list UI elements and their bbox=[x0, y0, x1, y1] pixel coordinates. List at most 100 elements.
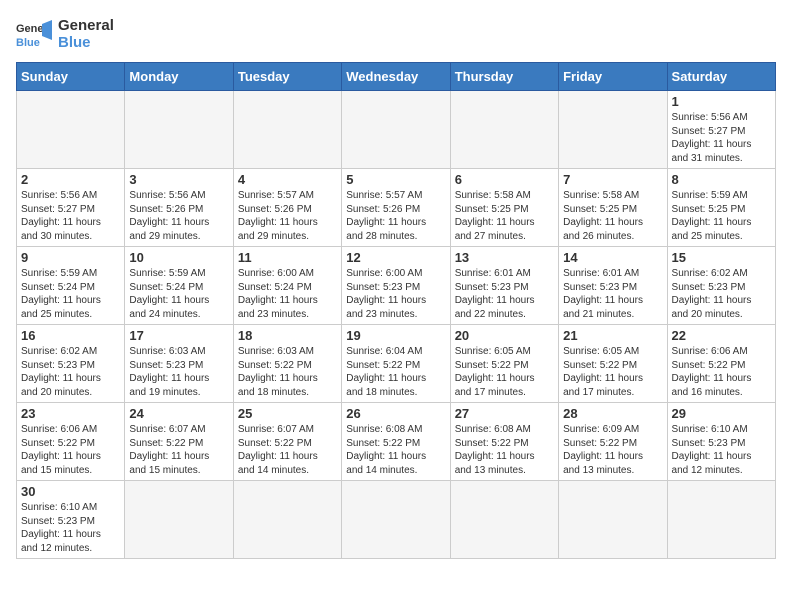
day-number: 2 bbox=[21, 172, 120, 187]
day-content: Sunrise: 6:08 AM Sunset: 5:22 PM Dayligh… bbox=[455, 423, 554, 477]
calendar-cell: 21 Sunrise: 6:05 AM Sunset: 5:22 PM Dayli… bbox=[559, 325, 667, 403]
week-row-6: 30 Sunrise: 6:10 AM Sunset: 5:23 PM Dayli… bbox=[17, 481, 776, 559]
day-number: 19 bbox=[346, 328, 445, 343]
weekday-header-thursday: Thursday bbox=[450, 63, 558, 91]
day-content: Sunrise: 6:02 AM Sunset: 5:23 PM Dayligh… bbox=[21, 345, 120, 399]
day-content: Sunrise: 5:56 AM Sunset: 5:27 PM Dayligh… bbox=[672, 111, 771, 165]
calendar-cell bbox=[342, 91, 450, 169]
day-number: 15 bbox=[672, 250, 771, 265]
day-content: Sunrise: 6:00 AM Sunset: 5:23 PM Dayligh… bbox=[346, 267, 445, 321]
day-number: 25 bbox=[238, 406, 337, 421]
calendar-cell: 1 Sunrise: 5:56 AM Sunset: 5:27 PM Daylig… bbox=[667, 91, 775, 169]
day-content: Sunrise: 6:09 AM Sunset: 5:22 PM Dayligh… bbox=[563, 423, 662, 477]
week-row-2: 2Sunrise: 5:56 AM Sunset: 5:27 PM Daylig… bbox=[17, 169, 776, 247]
calendar-cell bbox=[559, 91, 667, 169]
calendar-cell: 7 Sunrise: 5:58 AM Sunset: 5:25 PM Daylig… bbox=[559, 169, 667, 247]
logo-blue-text: Blue bbox=[58, 34, 114, 51]
day-number: 30 bbox=[21, 484, 120, 499]
day-number: 28 bbox=[563, 406, 662, 421]
calendar-cell bbox=[450, 481, 558, 559]
day-content: Sunrise: 6:03 AM Sunset: 5:22 PM Dayligh… bbox=[238, 345, 337, 399]
week-row-4: 16 Sunrise: 6:02 AM Sunset: 5:23 PM Dayli… bbox=[17, 325, 776, 403]
calendar-cell: 22Sunrise: 6:06 AM Sunset: 5:22 PM Dayli… bbox=[667, 325, 775, 403]
calendar-cell: 10Sunrise: 5:59 AM Sunset: 5:24 PM Dayli… bbox=[125, 247, 233, 325]
day-number: 7 bbox=[563, 172, 662, 187]
calendar-cell: 11 Sunrise: 6:00 AM Sunset: 5:24 PM Dayli… bbox=[233, 247, 341, 325]
calendar-cell bbox=[559, 481, 667, 559]
day-content: Sunrise: 6:05 AM Sunset: 5:22 PM Dayligh… bbox=[563, 345, 662, 399]
calendar-cell bbox=[233, 91, 341, 169]
day-number: 11 bbox=[238, 250, 337, 265]
day-number: 20 bbox=[455, 328, 554, 343]
weekday-header-saturday: Saturday bbox=[667, 63, 775, 91]
day-content: Sunrise: 5:59 AM Sunset: 5:24 PM Dayligh… bbox=[21, 267, 120, 321]
weekday-header-wednesday: Wednesday bbox=[342, 63, 450, 91]
logo: General Blue General Blue bbox=[16, 16, 114, 52]
day-content: Sunrise: 6:01 AM Sunset: 5:23 PM Dayligh… bbox=[563, 267, 662, 321]
week-row-5: 23Sunrise: 6:06 AM Sunset: 5:22 PM Dayli… bbox=[17, 403, 776, 481]
day-number: 1 bbox=[672, 94, 771, 109]
calendar-cell: 17Sunrise: 6:03 AM Sunset: 5:23 PM Dayli… bbox=[125, 325, 233, 403]
day-content: Sunrise: 6:03 AM Sunset: 5:23 PM Dayligh… bbox=[129, 345, 228, 399]
calendar-cell: 4 Sunrise: 5:57 AM Sunset: 5:26 PM Daylig… bbox=[233, 169, 341, 247]
week-row-3: 9 Sunrise: 5:59 AM Sunset: 5:24 PM Daylig… bbox=[17, 247, 776, 325]
week-row-1: 1 Sunrise: 5:56 AM Sunset: 5:27 PM Daylig… bbox=[17, 91, 776, 169]
day-number: 12 bbox=[346, 250, 445, 265]
day-content: Sunrise: 5:57 AM Sunset: 5:26 PM Dayligh… bbox=[346, 189, 445, 243]
day-number: 6 bbox=[455, 172, 554, 187]
day-number: 14 bbox=[563, 250, 662, 265]
weekday-header-sunday: Sunday bbox=[17, 63, 125, 91]
calendar-cell bbox=[667, 481, 775, 559]
calendar-cell: 2Sunrise: 5:56 AM Sunset: 5:27 PM Daylig… bbox=[17, 169, 125, 247]
calendar-cell: 8Sunrise: 5:59 AM Sunset: 5:25 PM Daylig… bbox=[667, 169, 775, 247]
calendar-cell: 16 Sunrise: 6:02 AM Sunset: 5:23 PM Dayli… bbox=[17, 325, 125, 403]
weekday-header-row: SundayMondayTuesdayWednesdayThursdayFrid… bbox=[17, 63, 776, 91]
calendar-cell: 26 Sunrise: 6:08 AM Sunset: 5:22 PM Dayli… bbox=[342, 403, 450, 481]
calendar-cell: 14 Sunrise: 6:01 AM Sunset: 5:23 PM Dayli… bbox=[559, 247, 667, 325]
calendar-cell: 20 Sunrise: 6:05 AM Sunset: 5:22 PM Dayli… bbox=[450, 325, 558, 403]
day-content: Sunrise: 5:59 AM Sunset: 5:24 PM Dayligh… bbox=[129, 267, 228, 321]
day-number: 21 bbox=[563, 328, 662, 343]
day-number: 22 bbox=[672, 328, 771, 343]
day-content: Sunrise: 6:01 AM Sunset: 5:23 PM Dayligh… bbox=[455, 267, 554, 321]
day-content: Sunrise: 6:10 AM Sunset: 5:23 PM Dayligh… bbox=[672, 423, 771, 477]
calendar-cell: 30 Sunrise: 6:10 AM Sunset: 5:23 PM Dayli… bbox=[17, 481, 125, 559]
calendar-cell bbox=[125, 481, 233, 559]
day-content: Sunrise: 5:58 AM Sunset: 5:25 PM Dayligh… bbox=[455, 189, 554, 243]
day-number: 13 bbox=[455, 250, 554, 265]
calendar-cell: 19 Sunrise: 6:04 AM Sunset: 5:22 PM Dayli… bbox=[342, 325, 450, 403]
day-number: 18 bbox=[238, 328, 337, 343]
day-content: Sunrise: 5:58 AM Sunset: 5:25 PM Dayligh… bbox=[563, 189, 662, 243]
day-content: Sunrise: 6:07 AM Sunset: 5:22 PM Dayligh… bbox=[238, 423, 337, 477]
day-number: 26 bbox=[346, 406, 445, 421]
calendar-cell: 6 Sunrise: 5:58 AM Sunset: 5:25 PM Daylig… bbox=[450, 169, 558, 247]
calendar-cell: 9 Sunrise: 5:59 AM Sunset: 5:24 PM Daylig… bbox=[17, 247, 125, 325]
day-content: Sunrise: 6:04 AM Sunset: 5:22 PM Dayligh… bbox=[346, 345, 445, 399]
calendar-cell bbox=[450, 91, 558, 169]
day-content: Sunrise: 6:05 AM Sunset: 5:22 PM Dayligh… bbox=[455, 345, 554, 399]
calendar-cell: 23Sunrise: 6:06 AM Sunset: 5:22 PM Dayli… bbox=[17, 403, 125, 481]
day-number: 4 bbox=[238, 172, 337, 187]
day-number: 29 bbox=[672, 406, 771, 421]
page-header: General Blue General Blue bbox=[16, 16, 776, 52]
day-content: Sunrise: 6:00 AM Sunset: 5:24 PM Dayligh… bbox=[238, 267, 337, 321]
day-content: Sunrise: 5:56 AM Sunset: 5:26 PM Dayligh… bbox=[129, 189, 228, 243]
day-content: Sunrise: 6:08 AM Sunset: 5:22 PM Dayligh… bbox=[346, 423, 445, 477]
day-number: 8 bbox=[672, 172, 771, 187]
calendar-cell: 27Sunrise: 6:08 AM Sunset: 5:22 PM Dayli… bbox=[450, 403, 558, 481]
calendar-cell: 3Sunrise: 5:56 AM Sunset: 5:26 PM Daylig… bbox=[125, 169, 233, 247]
weekday-header-friday: Friday bbox=[559, 63, 667, 91]
svg-text:Blue: Blue bbox=[16, 37, 40, 49]
day-content: Sunrise: 5:57 AM Sunset: 5:26 PM Dayligh… bbox=[238, 189, 337, 243]
logo-icon: General Blue bbox=[16, 16, 52, 52]
logo-general-text: General bbox=[58, 17, 114, 34]
day-number: 16 bbox=[21, 328, 120, 343]
day-content: Sunrise: 6:10 AM Sunset: 5:23 PM Dayligh… bbox=[21, 501, 120, 555]
calendar-cell: 15Sunrise: 6:02 AM Sunset: 5:23 PM Dayli… bbox=[667, 247, 775, 325]
day-number: 9 bbox=[21, 250, 120, 265]
calendar-cell: 18 Sunrise: 6:03 AM Sunset: 5:22 PM Dayli… bbox=[233, 325, 341, 403]
calendar-cell bbox=[233, 481, 341, 559]
calendar-table: SundayMondayTuesdayWednesdayThursdayFrid… bbox=[16, 62, 776, 559]
day-content: Sunrise: 6:07 AM Sunset: 5:22 PM Dayligh… bbox=[129, 423, 228, 477]
calendar-cell bbox=[342, 481, 450, 559]
